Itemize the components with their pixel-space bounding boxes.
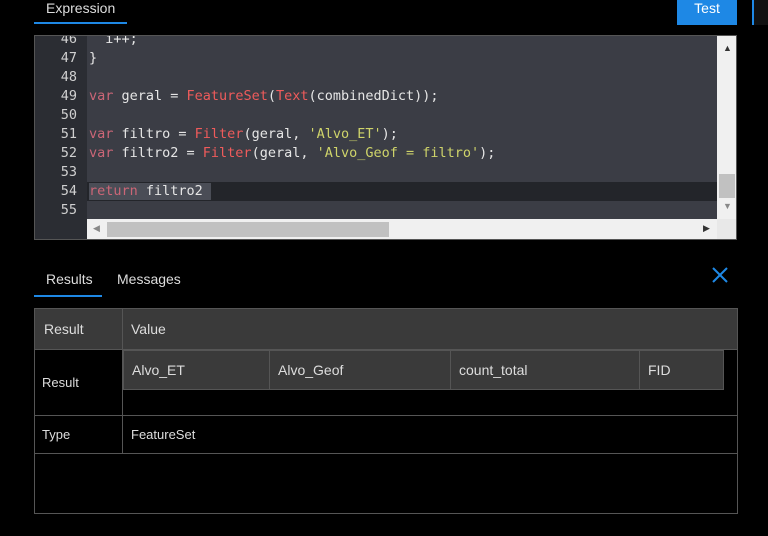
type-row-value: FeatureSet xyxy=(131,427,196,442)
column-header-label: Alvo_Geof xyxy=(278,362,344,378)
scroll-left-arrow-icon[interactable]: ◀ xyxy=(93,223,100,234)
code-line: var filtro = Filter(geral, 'Alvo_ET'); xyxy=(89,126,398,142)
column-header-label: count_total xyxy=(459,362,528,378)
side-panel-tab[interactable] xyxy=(752,0,768,25)
result-header-cell: Result xyxy=(35,309,122,349)
code-area[interactable]: i++; } var geral = FeatureSet(Text(combi… xyxy=(87,36,717,219)
line-number: 46 xyxy=(60,35,77,47)
line-number: 50 xyxy=(60,107,77,123)
horizontal-scrollbar[interactable]: ◀ ▶ xyxy=(87,219,717,239)
code-line: } xyxy=(89,50,98,66)
column-header-count-total: count_total xyxy=(450,350,640,390)
line-number: 55 xyxy=(60,202,77,218)
code-line: var geral = FeatureSet(Text(combinedDict… xyxy=(89,88,439,104)
value-header-cell: Value xyxy=(123,309,737,349)
test-button[interactable]: Test xyxy=(677,0,737,25)
column-header-label: FID xyxy=(648,362,671,378)
type-row-label: Type xyxy=(42,427,71,442)
column-header-fid: FID xyxy=(639,350,724,390)
value-header-label: Value xyxy=(131,321,166,337)
tab-expression[interactable]: Expression xyxy=(46,0,115,16)
horizontal-scroll-thumb[interactable] xyxy=(107,222,389,237)
line-number: 53 xyxy=(60,164,77,180)
result-header-label: Result xyxy=(44,321,84,337)
code-line: var filtro2 = Filter(geral, 'Alvo_Geof =… xyxy=(89,145,496,161)
column-header-alvo-et: Alvo_ET xyxy=(123,350,270,390)
line-number: 49 xyxy=(60,88,77,104)
tab-results[interactable]: Results xyxy=(46,271,93,287)
line-number: 54 xyxy=(60,183,77,199)
column-header-label: Alvo_ET xyxy=(132,362,185,378)
code-line: i++; xyxy=(89,35,138,47)
scroll-up-arrow-icon[interactable]: ▲ xyxy=(723,43,732,53)
vertical-scroll-thumb[interactable] xyxy=(719,174,735,198)
line-number-gutter: 46 47 48 49 50 51 52 53 54 55 xyxy=(35,36,85,219)
line-number: 52 xyxy=(60,145,77,161)
scrollbar-corner xyxy=(717,219,736,239)
vertical-scrollbar[interactable]: ▲ ▼ xyxy=(717,36,736,219)
row-divider xyxy=(35,453,737,454)
line-number: 47 xyxy=(60,50,77,66)
results-table: Result Value Result Alvo_ET Alvo_Geof co… xyxy=(34,308,738,514)
tab-results-underline xyxy=(34,295,102,297)
code-line: return filtro2 xyxy=(89,183,203,199)
column-header-alvo-geof: Alvo_Geof xyxy=(269,350,451,390)
tab-expression-underline xyxy=(34,22,127,24)
result-row-label: Result xyxy=(42,375,79,390)
line-number: 48 xyxy=(60,69,77,85)
row-divider xyxy=(35,415,737,416)
line-number: 51 xyxy=(60,126,77,142)
scroll-right-arrow-icon[interactable]: ▶ xyxy=(703,223,710,234)
scroll-down-arrow-icon[interactable]: ▼ xyxy=(723,201,732,211)
tab-messages[interactable]: Messages xyxy=(117,271,181,287)
close-icon[interactable] xyxy=(709,264,731,286)
code-editor[interactable]: 46 47 48 49 50 51 52 53 54 55 i++; } var… xyxy=(34,35,737,240)
